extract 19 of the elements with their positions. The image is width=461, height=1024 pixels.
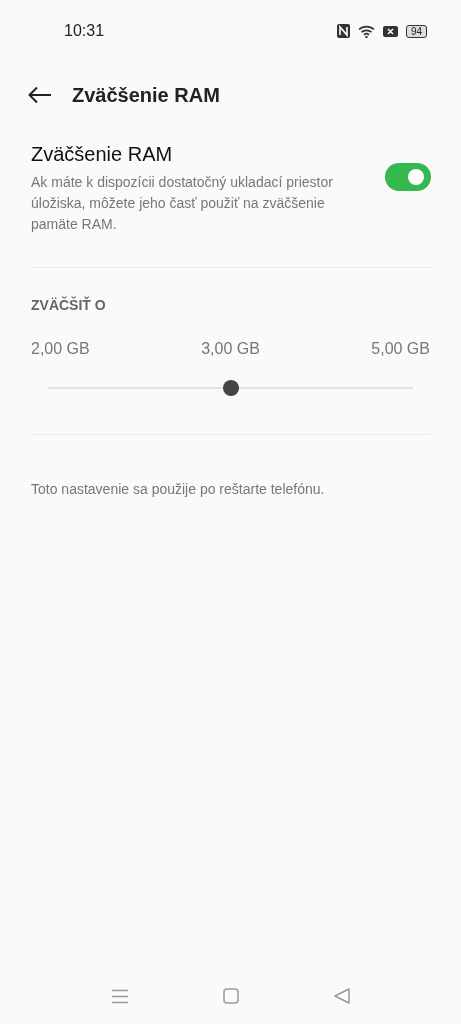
page-title: Zväčšenie RAM — [72, 83, 220, 107]
wifi-icon — [357, 24, 375, 38]
restart-note: Toto nastavenie sa použije po reštarte telefónu. — [30, 480, 326, 497]
menu-icon[interactable] — [111, 988, 128, 1004]
sim-off-icon — [382, 25, 398, 37]
setting-description: Ak máte k dispozícii dostatočný ukladací priestor úložiska, môžete jeho časť použiť na zväčšenie pamäte RAM. — [31, 173, 334, 234]
slider-stop-label: 3,00 GB — [201, 340, 260, 358]
toggle-switch[interactable] — [385, 163, 431, 191]
section-header: ZVÄČŠIŤ O — [30, 295, 107, 313]
home-icon[interactable] — [222, 988, 239, 1004]
battery-level: 94 — [405, 24, 427, 38]
nfc-icon — [336, 24, 350, 38]
slider-stop-label: 2,00 GB — [31, 340, 90, 358]
status-time: 10:31 — [64, 22, 105, 40]
slider-thumb[interactable] — [222, 380, 239, 396]
back-icon[interactable] — [333, 988, 350, 1004]
setting-title: Zväčšenie RAM — [31, 143, 174, 166]
back-arrow-icon[interactable] — [28, 86, 52, 104]
slider-stop-label: 5,00 GB — [371, 340, 430, 358]
